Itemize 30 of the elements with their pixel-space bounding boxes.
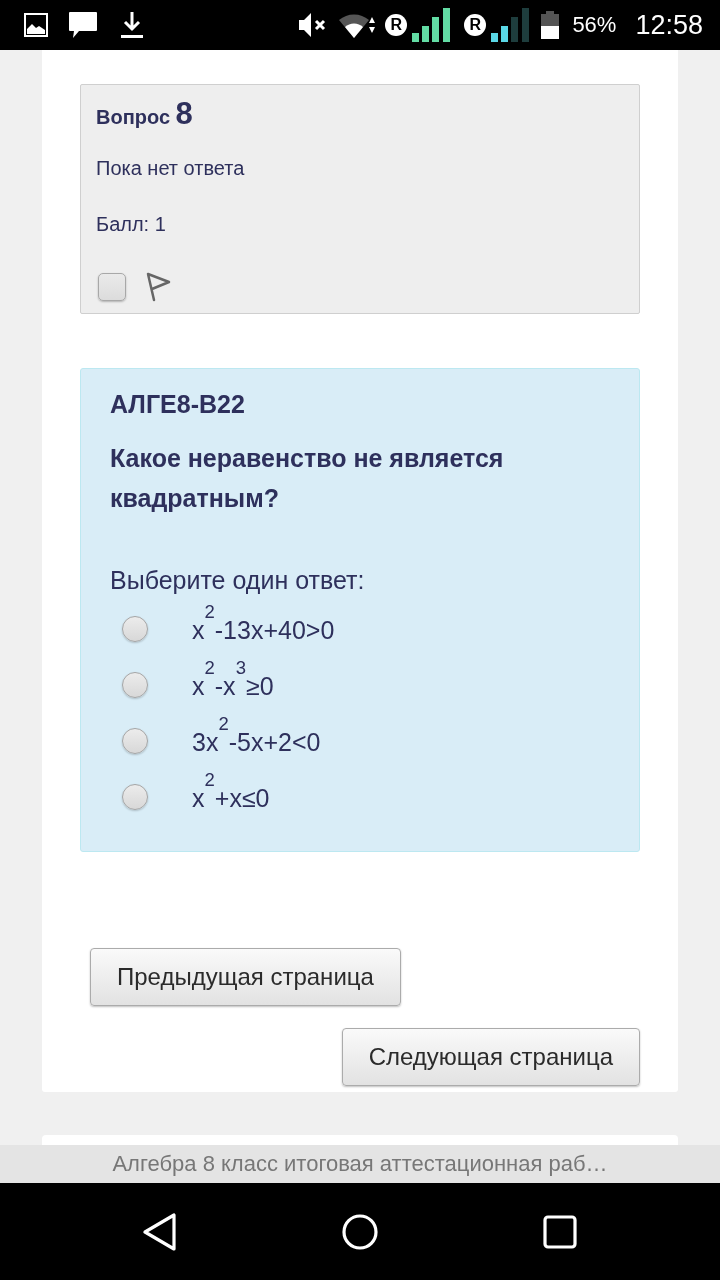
previous-page-button[interactable]: Предыдущая страница [90, 948, 401, 1006]
wifi-icon [339, 11, 376, 39]
clock-time: 12:58 [635, 9, 703, 41]
answer-prompt: Выберите один ответ: [110, 565, 366, 596]
image-icon [24, 13, 48, 37]
message-icon [68, 11, 98, 39]
flag-icon[interactable] [145, 272, 171, 302]
recents-icon[interactable] [543, 1214, 577, 1249]
signal-icon [412, 8, 451, 42]
battery-percent: 56% [572, 12, 617, 38]
signal-icon [491, 8, 530, 42]
question-text: Какое неравенство не является квадратным? [110, 443, 505, 514]
answer-radio[interactable] [122, 784, 148, 810]
question-status: Пока нет ответа [96, 156, 245, 181]
home-icon[interactable] [342, 1213, 378, 1250]
next-page-button[interactable]: Следующая страница [341, 1028, 640, 1086]
roaming-indicator: R [464, 14, 487, 36]
answer-radio[interactable] [122, 672, 148, 698]
roaming-indicator: R [385, 14, 408, 36]
mute-icon [298, 12, 327, 38]
page-title-text: Алгебра 8 класс итоговая аттестационная раб… [112, 1151, 608, 1177]
answer-radio[interactable] [122, 728, 148, 754]
question-code: АЛГЕ8-В22 [110, 389, 246, 420]
flag-checkbox[interactable] [98, 273, 126, 301]
battery-icon [541, 11, 560, 39]
download-icon [120, 11, 144, 39]
score-text: Балл: 1 [96, 212, 166, 237]
answer-radio[interactable] [122, 616, 148, 642]
back-icon[interactable] [143, 1212, 177, 1251]
question-heading: Вопрос 8 [96, 96, 193, 133]
